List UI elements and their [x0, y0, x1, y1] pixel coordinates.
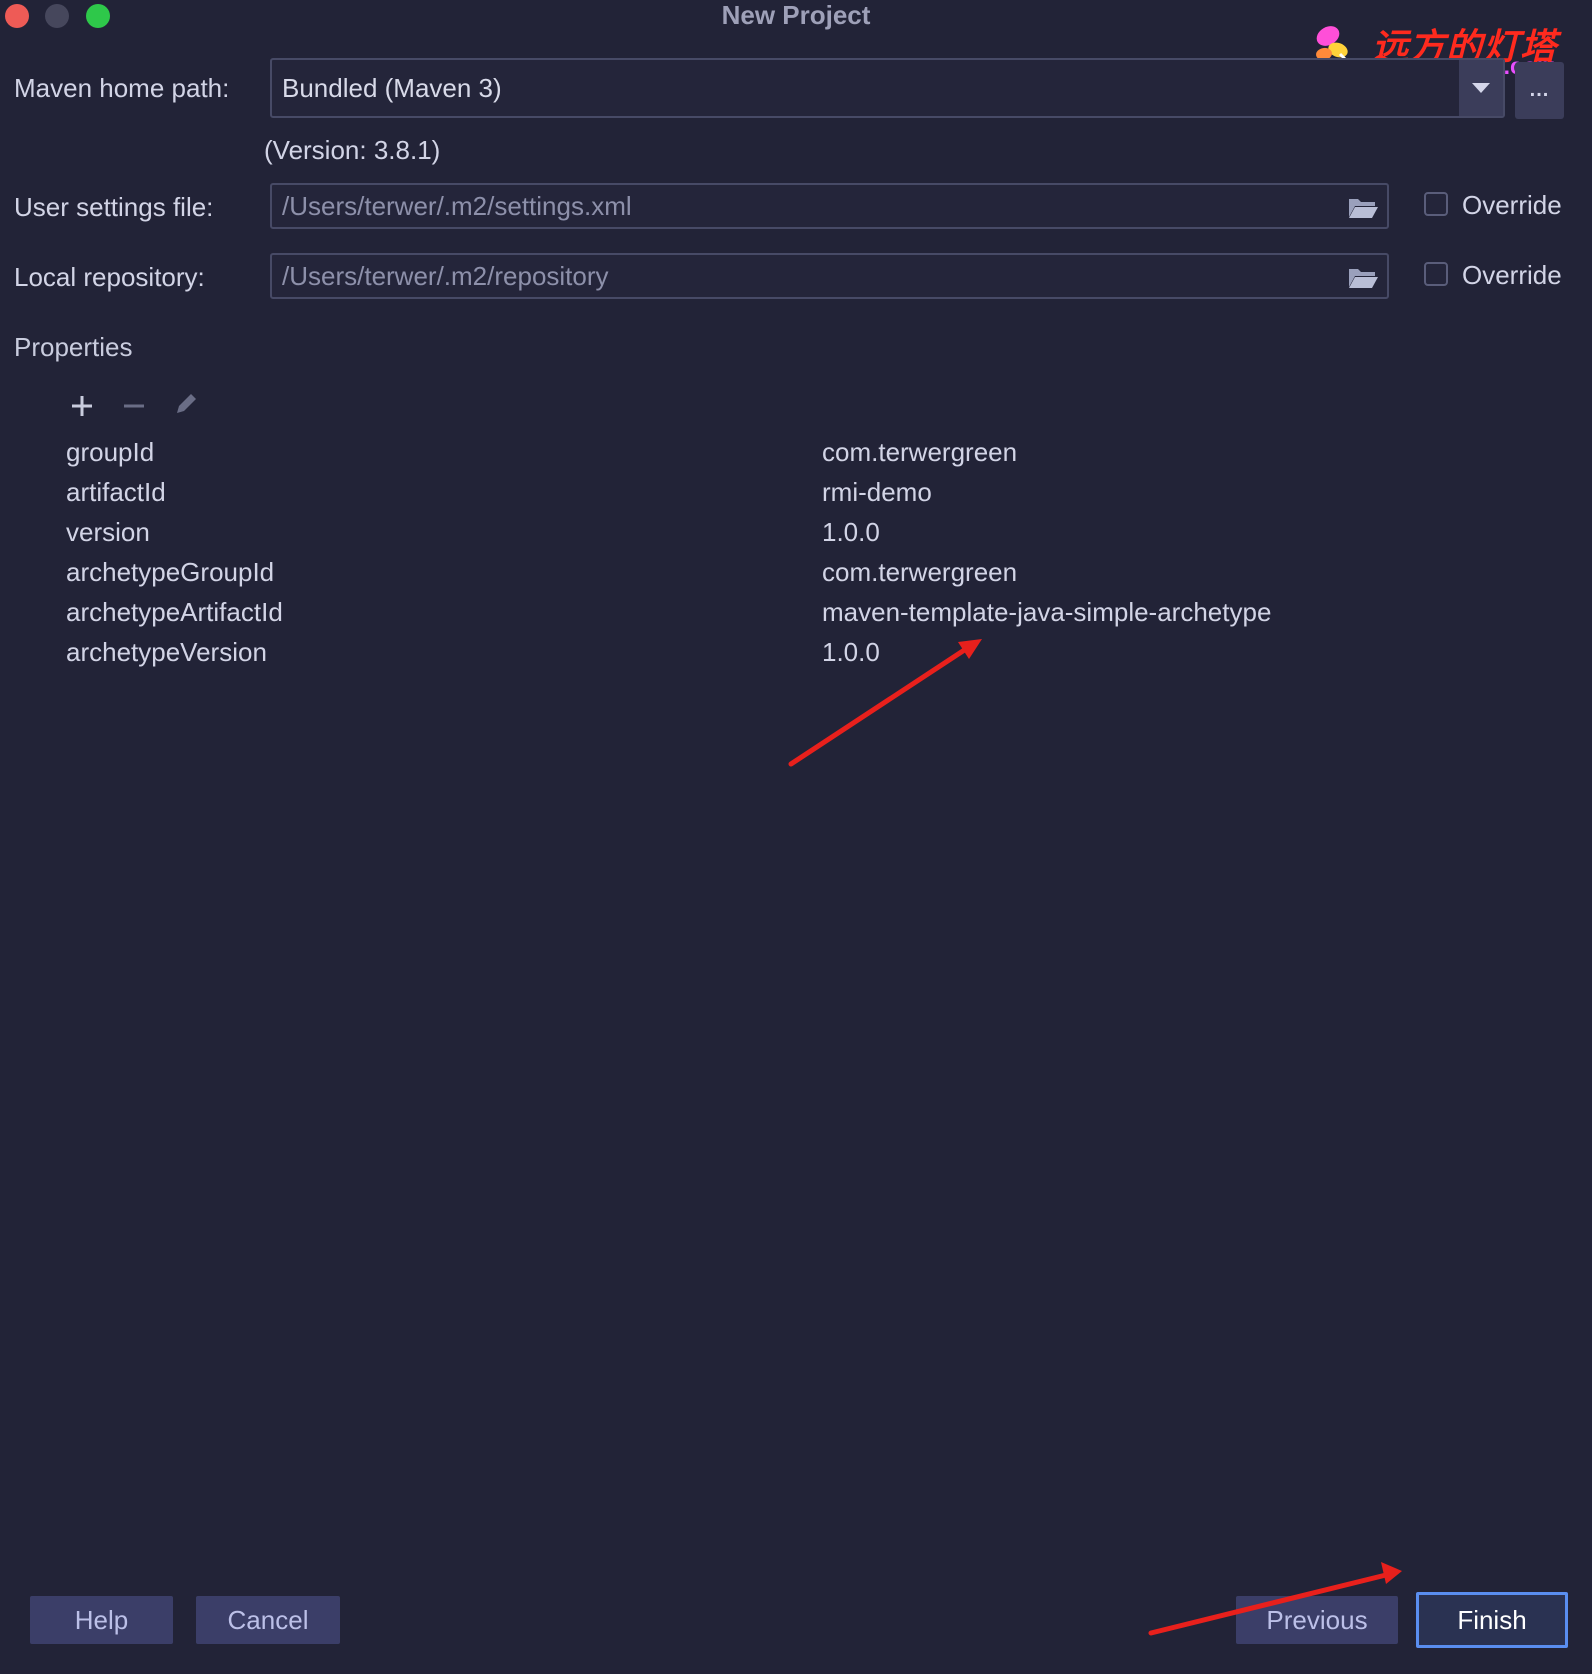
maven-home-value: Bundled (Maven 3): [282, 72, 502, 103]
remove-icon[interactable]: [119, 391, 149, 421]
properties-title: Properties: [14, 332, 133, 362]
chevron-down-icon[interactable]: [1459, 60, 1503, 116]
table-row-value[interactable]: rmi-demo: [822, 477, 932, 508]
table-row-key[interactable]: archetypeArtifactId: [66, 597, 283, 628]
local-repo-field[interactable]: /Users/terwer/.m2/repository: [270, 253, 1389, 299]
table-row-value[interactable]: com.terwergreen: [822, 557, 1017, 588]
table-row-key[interactable]: artifactId: [66, 477, 166, 508]
local-repo-override-checkbox[interactable]: [1424, 262, 1448, 286]
annotation-arrow-properties: [788, 639, 982, 767]
previous-button-label: Previous: [1266, 1604, 1368, 1635]
cancel-button-label: Cancel: [227, 1604, 309, 1635]
table-row-key[interactable]: groupId: [66, 437, 154, 468]
edit-pencil-icon[interactable]: [171, 389, 201, 419]
finish-button[interactable]: Finish: [1416, 1592, 1568, 1648]
cancel-button[interactable]: Cancel: [196, 1596, 340, 1644]
table-row-value[interactable]: com.terwergreen: [822, 437, 1017, 468]
table-row-key[interactable]: version: [66, 517, 150, 548]
folder-open-icon[interactable]: [1347, 196, 1379, 220]
user-settings-label: User settings file:: [14, 192, 214, 222]
table-row-value[interactable]: maven-template-java-simple-archetype: [822, 597, 1271, 628]
maven-version-note: (Version: 3.8.1): [264, 135, 441, 165]
maven-home-label: Maven home path:: [14, 73, 230, 103]
table-row-key[interactable]: archetypeGroupId: [66, 557, 274, 588]
user-settings-value: /Users/terwer/.m2/settings.xml: [282, 190, 632, 221]
table-row-key[interactable]: archetypeVersion: [66, 637, 267, 668]
add-icon[interactable]: [67, 391, 97, 421]
browse-maven-home-button[interactable]: ...: [1515, 62, 1564, 119]
local-repo-value: /Users/terwer/.m2/repository: [282, 260, 609, 291]
user-settings-field[interactable]: /Users/terwer/.m2/settings.xml: [270, 183, 1389, 229]
table-row-value[interactable]: 1.0.0: [822, 517, 880, 548]
user-settings-override-checkbox[interactable]: [1424, 192, 1448, 216]
table-row-value[interactable]: 1.0.0: [822, 637, 880, 668]
local-repo-label: Local repository:: [14, 262, 205, 292]
folder-open-icon[interactable]: [1347, 266, 1379, 290]
previous-button[interactable]: Previous: [1236, 1596, 1398, 1644]
more-button-label: ...: [1529, 79, 1550, 101]
maven-home-combo[interactable]: Bundled (Maven 3): [270, 58, 1505, 118]
new-project-window: New Project 远方的灯塔 terwergreen.com Maven …: [0, 0, 1592, 1674]
local-repo-override-label: Override: [1462, 260, 1562, 290]
finish-button-label: Finish: [1457, 1604, 1527, 1635]
annotation-arrows: [788, 639, 1402, 1636]
help-button-label: Help: [74, 1604, 129, 1635]
help-button[interactable]: Help: [30, 1596, 173, 1644]
user-settings-override-label: Override: [1462, 190, 1562, 220]
